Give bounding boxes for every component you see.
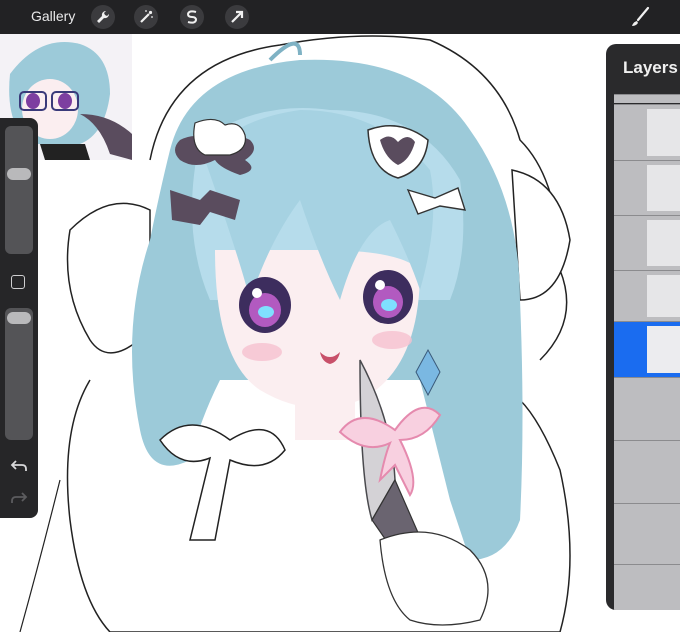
layers-panel: Layers bbox=[606, 44, 680, 610]
opacity-slider[interactable] bbox=[5, 308, 33, 440]
selection-icon[interactable] bbox=[180, 5, 204, 29]
layers-title: Layers bbox=[623, 58, 678, 77]
layer-group-row[interactable] bbox=[614, 440, 680, 503]
gallery-button[interactable]: Gallery bbox=[31, 8, 75, 24]
layer-row[interactable] bbox=[614, 270, 680, 321]
layer-row[interactable] bbox=[614, 160, 680, 215]
layer-thumbnail bbox=[647, 109, 680, 156]
layer-thumbnail bbox=[647, 220, 680, 266]
layer-row[interactable] bbox=[614, 94, 680, 103]
actions-wrench-icon[interactable] bbox=[91, 5, 115, 29]
top-toolbar: Gallery bbox=[0, 0, 680, 34]
layer-thumbnail bbox=[647, 275, 680, 317]
layer-row[interactable] bbox=[614, 104, 680, 160]
layer-group-row[interactable] bbox=[614, 377, 680, 440]
brush-size-handle[interactable] bbox=[7, 168, 31, 180]
left-sidebar bbox=[0, 118, 38, 518]
layer-row[interactable] bbox=[614, 215, 680, 270]
adjustments-wand-icon[interactable] bbox=[134, 5, 158, 29]
transform-arrow-icon[interactable] bbox=[225, 5, 249, 29]
undo-icon[interactable] bbox=[9, 458, 29, 474]
layer-group-row[interactable] bbox=[614, 564, 680, 610]
layer-row-selected[interactable] bbox=[614, 321, 680, 377]
brush-size-slider[interactable] bbox=[5, 126, 33, 254]
modify-button[interactable] bbox=[11, 275, 25, 289]
layer-thumbnail bbox=[647, 326, 680, 373]
brush-icon[interactable] bbox=[628, 5, 652, 29]
opacity-handle[interactable] bbox=[7, 312, 31, 324]
layer-group-row[interactable] bbox=[614, 503, 680, 564]
layer-thumbnail bbox=[647, 165, 680, 211]
redo-icon[interactable] bbox=[9, 490, 29, 506]
